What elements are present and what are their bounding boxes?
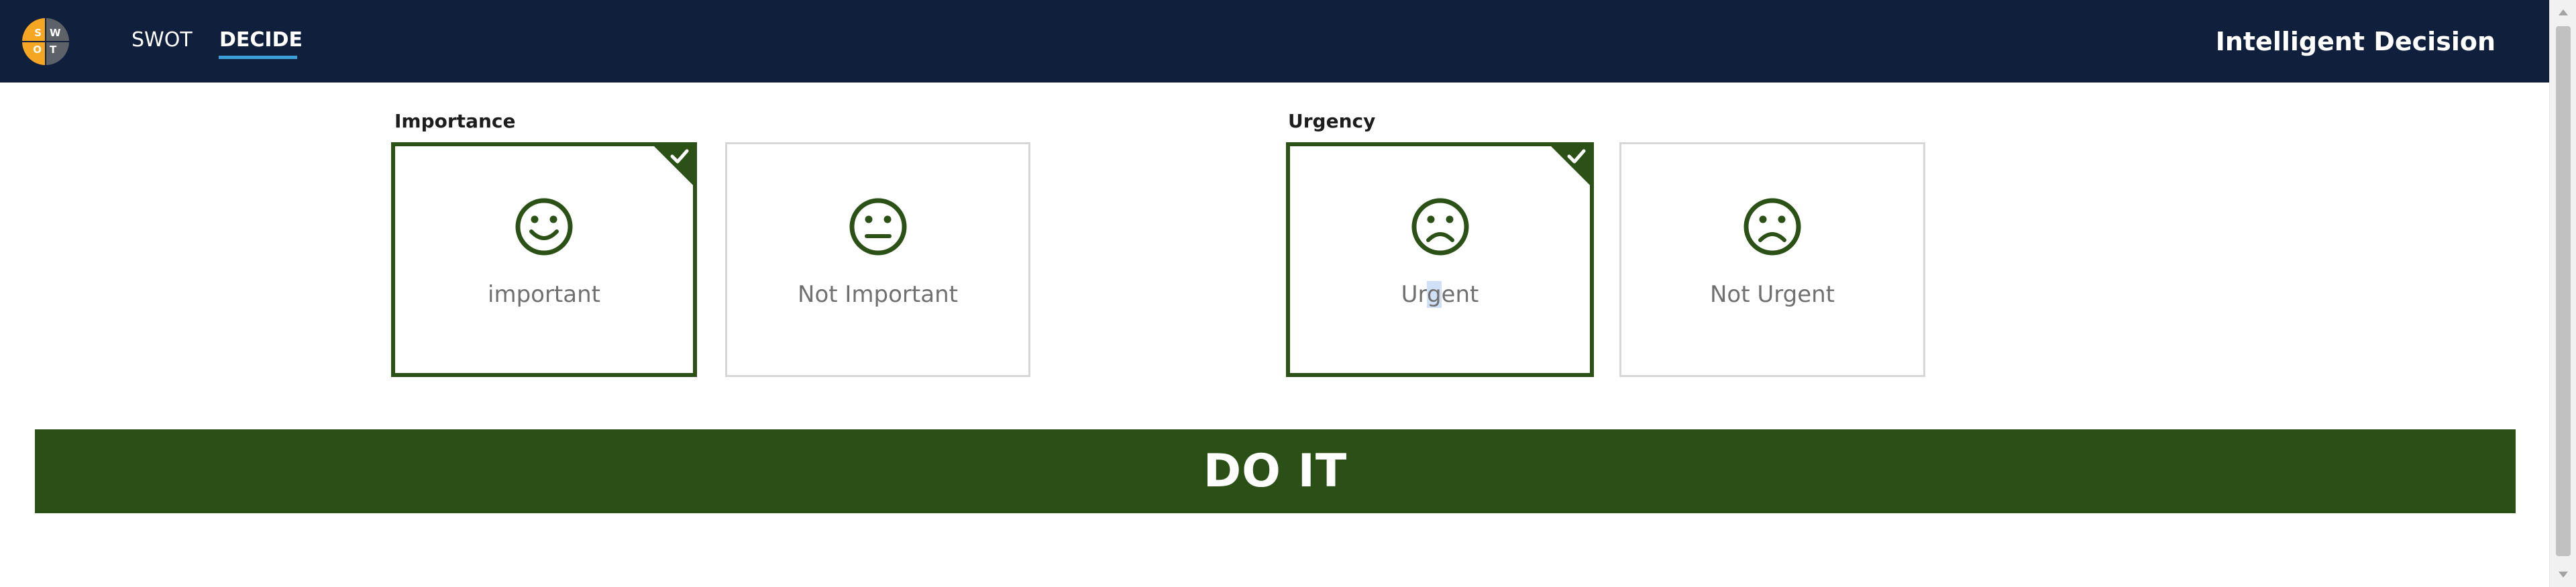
logo-divider	[22, 41, 69, 42]
tab-decide[interactable]: DECIDE	[219, 27, 303, 54]
logo-letter-s: S	[22, 18, 46, 42]
logo-letter-o: O	[22, 42, 46, 65]
top-navigation-bar: S W O T SWOT DECIDE Intelligent Decision	[0, 0, 2549, 83]
logo-letter-t: T	[46, 42, 69, 65]
option-important-card[interactable]: important	[391, 142, 697, 377]
swot-logo[interactable]: S W O T	[22, 18, 69, 65]
app-title: Intelligent Decision	[2215, 27, 2496, 56]
option-label: Urgent	[1290, 280, 1590, 309]
vertical-scrollbar[interactable]	[2549, 0, 2576, 587]
scroll-up-arrow-icon[interactable]	[2559, 9, 2568, 15]
decision-result-button[interactable]: DO IT	[35, 429, 2516, 513]
decision-result-label: DO IT	[1203, 444, 1348, 498]
option-label: Not Important	[798, 281, 958, 308]
label-text-part: ent	[1441, 281, 1479, 308]
scrollbar-thumb[interactable]	[2556, 26, 2571, 556]
frown-face-icon	[1743, 198, 1801, 256]
frown-face-icon	[1411, 198, 1468, 256]
smile-face-icon	[515, 198, 573, 256]
option-urgent-card[interactable]: Urgent	[1286, 142, 1594, 377]
text-selection-highlight: g	[1426, 281, 1442, 308]
scroll-down-arrow-icon[interactable]	[2559, 572, 2568, 578]
option-not-important-card[interactable]: Not Important	[725, 142, 1030, 377]
active-tab-indicator	[219, 56, 297, 59]
importance-label: Importance	[394, 110, 516, 132]
urgency-label: Urgency	[1288, 110, 1376, 132]
tab-swot[interactable]: SWOT	[131, 27, 193, 54]
neutral-face-icon	[849, 198, 906, 256]
checkmark-icon	[670, 149, 689, 164]
option-not-urgent-card[interactable]: Not Urgent	[1619, 142, 1925, 377]
option-label: important	[488, 281, 600, 308]
label-text-part: Ur	[1401, 281, 1427, 308]
checkmark-icon	[1567, 149, 1586, 164]
option-label: Not Urgent	[1709, 281, 1835, 308]
logo-letter-w: W	[46, 18, 69, 42]
